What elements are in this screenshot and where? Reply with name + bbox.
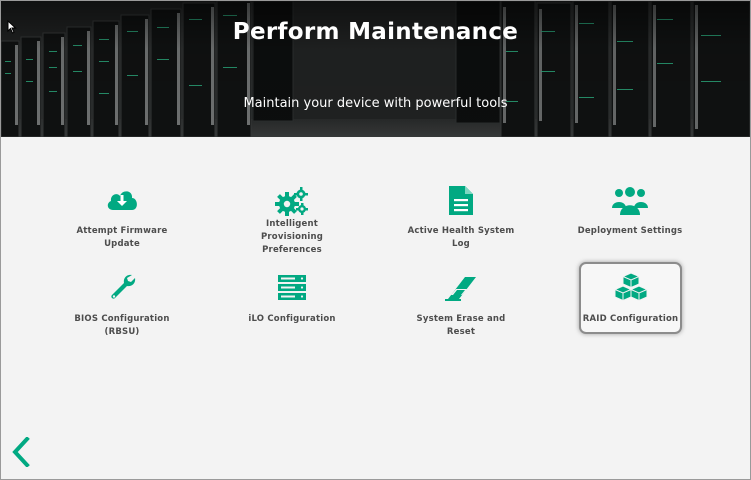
tile-label: System Erase and Reset xyxy=(416,314,506,337)
tile-intelligent-provisioning-preferences[interactable]: Intelligent Provisioning Preferences xyxy=(237,186,347,260)
tile-raid-configuration[interactable]: RAID Configuration xyxy=(579,262,682,334)
tile-label: Active Health System Log xyxy=(407,226,515,249)
cubes-icon xyxy=(614,272,647,302)
wrench-icon xyxy=(111,274,136,299)
tile-bios-configuration[interactable]: BIOS Configuration (RBSU) xyxy=(67,273,177,347)
users-icon xyxy=(612,186,648,215)
tile-label: Intelligent Provisioning Preferences xyxy=(260,219,324,255)
chevron-left-icon[interactable] xyxy=(11,437,31,467)
gears-icon xyxy=(275,187,308,216)
tile-label: BIOS Configuration (RBSU) xyxy=(74,314,170,337)
tile-firmware-update[interactable]: Attempt Firmware Update xyxy=(67,184,177,258)
page-title: Perform Maintenance xyxy=(232,19,519,45)
eraser-icon xyxy=(445,277,476,301)
maintenance-window: Perform Maintenance Maintain your device… xyxy=(0,0,751,480)
tile-label: Deployment Settings xyxy=(577,226,683,236)
cloud-download-icon xyxy=(107,191,137,210)
tile-ilo-configuration[interactable]: iLO Configuration xyxy=(237,273,347,347)
tile-system-erase-and-reset[interactable]: System Erase and Reset xyxy=(406,273,516,347)
tile-label: Attempt Firmware Update xyxy=(76,226,168,249)
tile-label: RAID Configuration xyxy=(582,314,679,324)
tile-deployment-settings[interactable]: Deployment Settings xyxy=(575,184,685,258)
tile-label: iLO Configuration xyxy=(248,314,336,324)
header-banner: Perform Maintenance Maintain your device… xyxy=(1,1,750,137)
document-icon xyxy=(449,186,473,215)
server-stack-icon xyxy=(278,275,306,300)
tile-active-health-system-log[interactable]: Active Health System Log xyxy=(406,184,516,258)
page-subtitle: Maintain your device with powerful tools xyxy=(243,96,508,111)
